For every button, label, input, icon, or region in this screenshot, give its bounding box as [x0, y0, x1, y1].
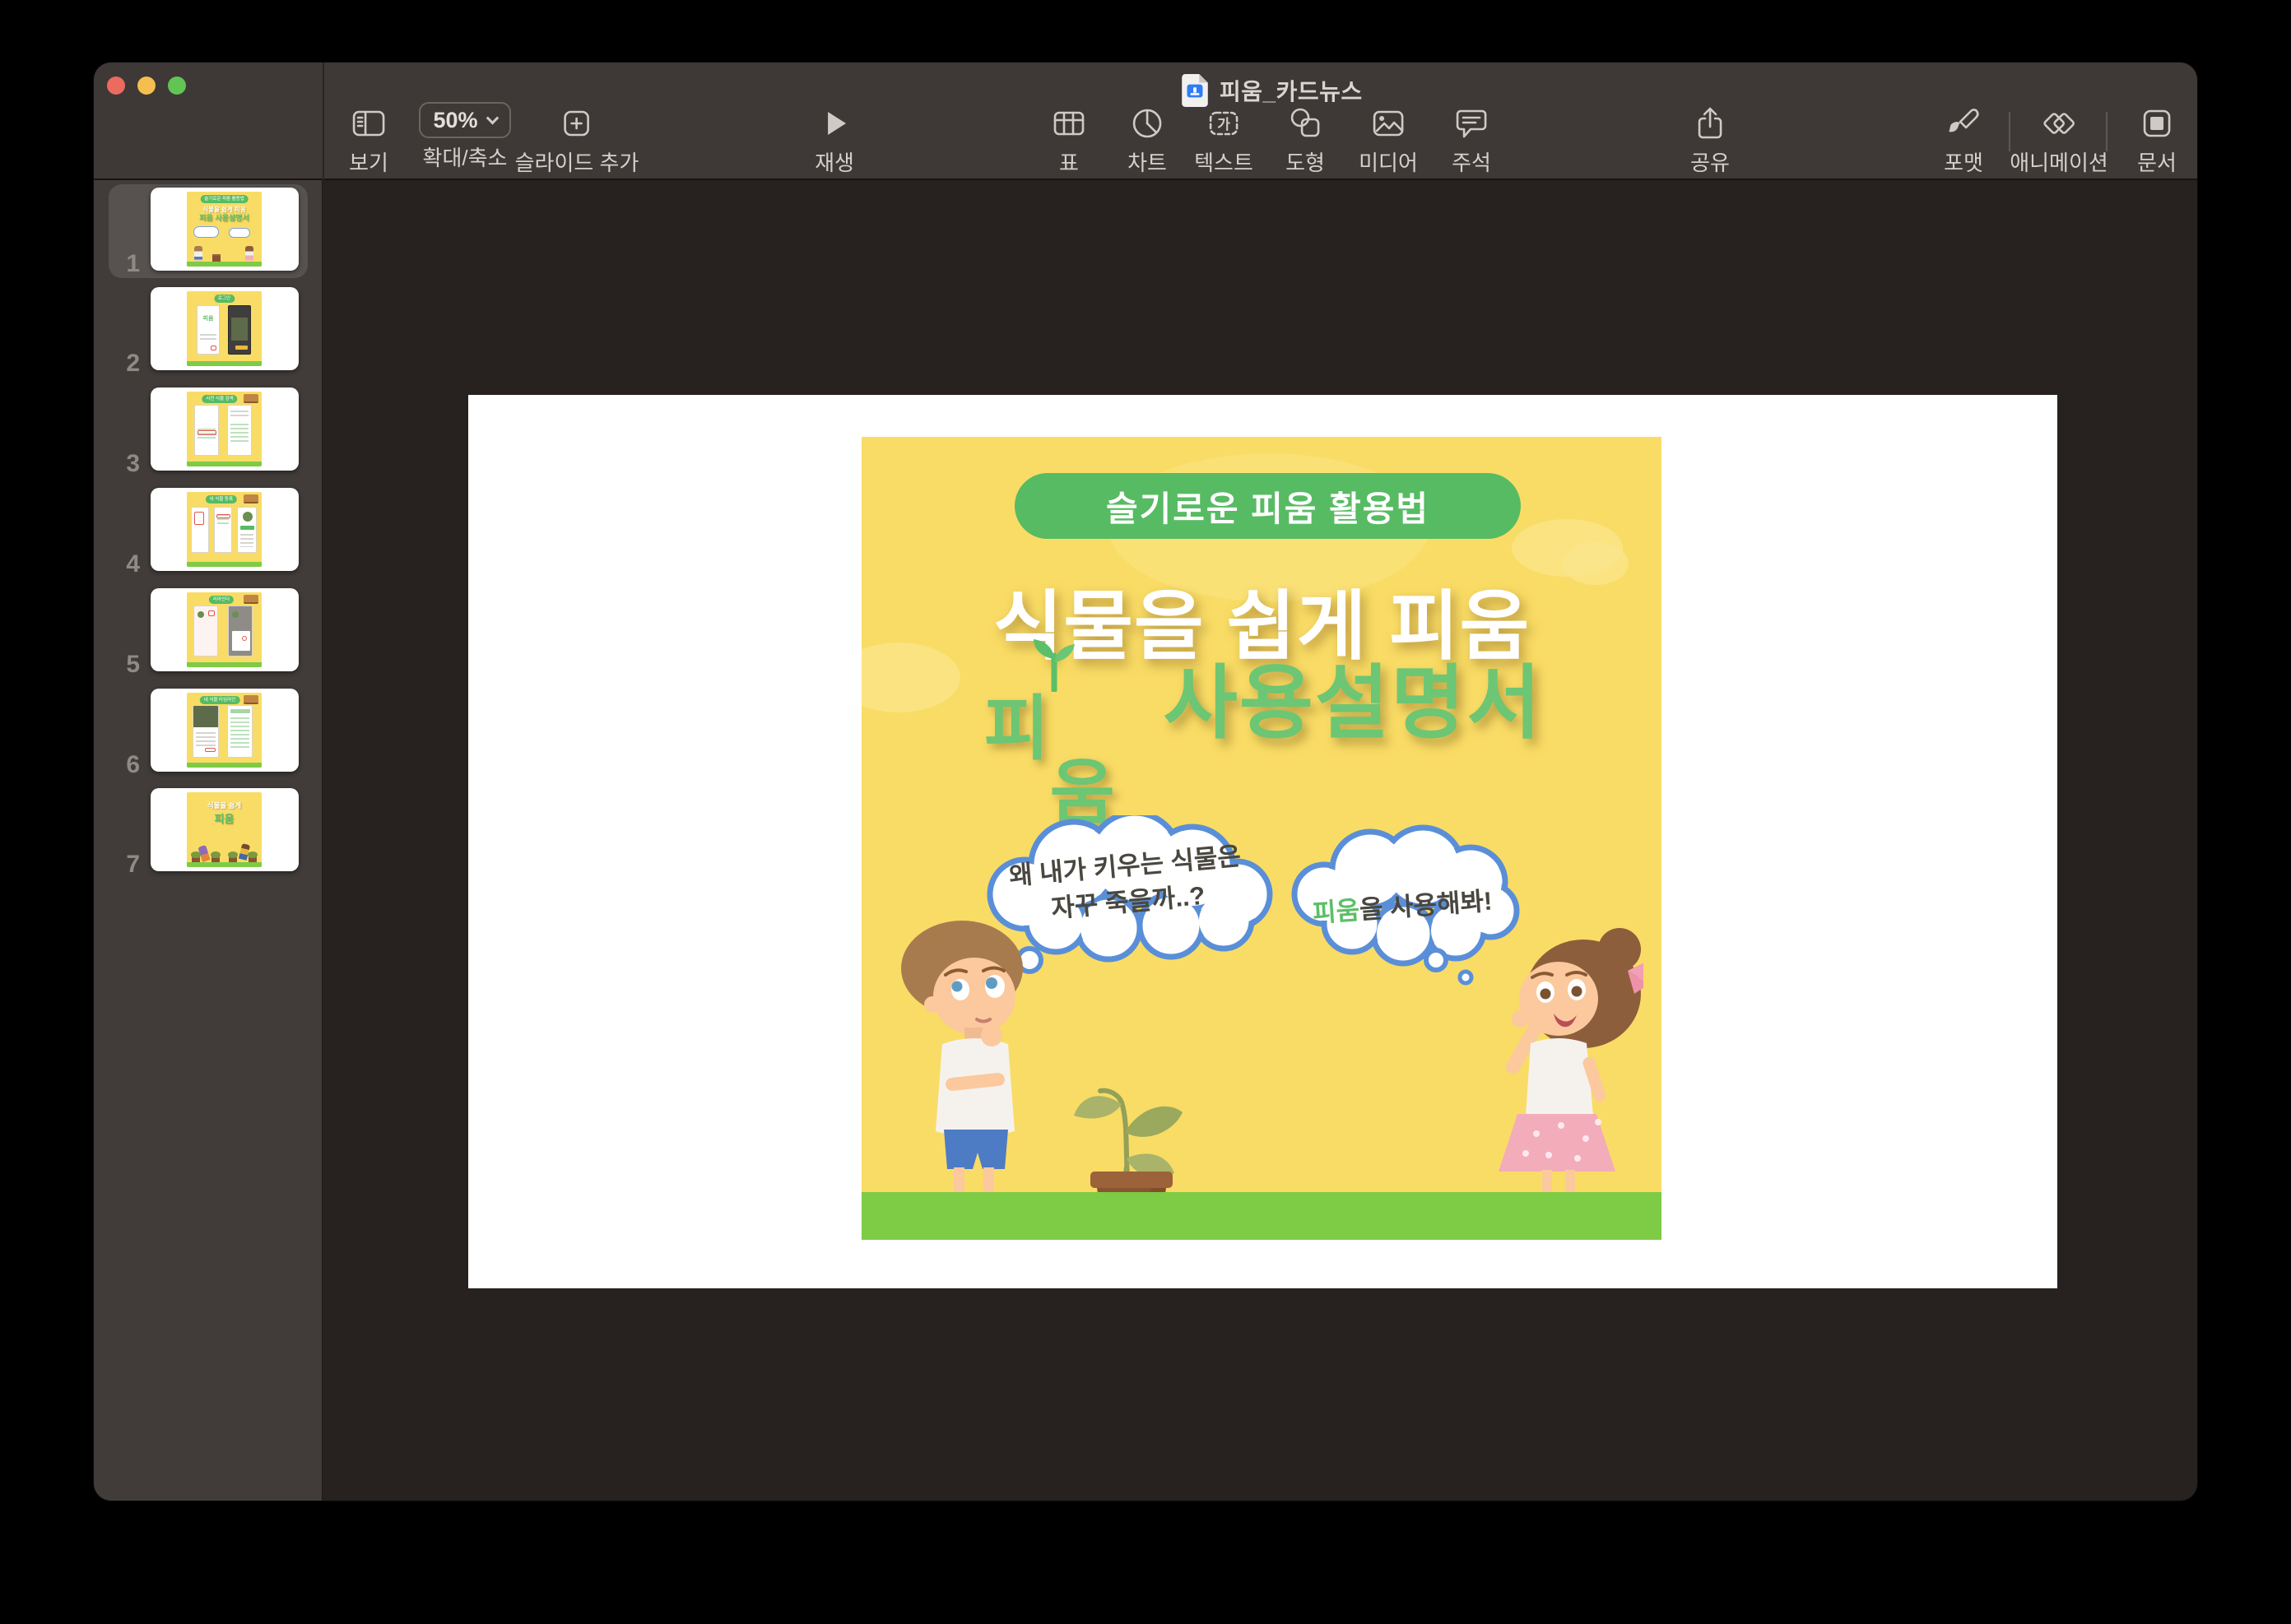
slide-number: 3	[100, 450, 140, 478]
shape-button[interactable]: 도형	[1285, 102, 1325, 177]
play-button[interactable]: 재생	[815, 102, 854, 177]
zoom-control[interactable]: 50% 확대/축소	[419, 99, 511, 172]
mini-pill: 내 식물 타임라인	[200, 696, 239, 704]
table-icon	[1050, 102, 1088, 145]
animate-button[interactable]: 애니메이션	[2010, 102, 2108, 177]
chevron-down-icon	[486, 111, 499, 124]
document-icon	[2137, 102, 2177, 145]
zoom-value: 50%	[433, 108, 477, 133]
slide-number: 1	[100, 250, 140, 278]
format-button[interactable]: 포맷	[1944, 102, 1983, 177]
shape-icon	[1285, 102, 1325, 145]
document-button[interactable]: 문서	[2137, 102, 2177, 177]
close-button[interactable]	[107, 77, 125, 95]
slide-thumbnail-7[interactable]: 식물을 쉽게 피움	[151, 788, 299, 871]
slide-artwork[interactable]: 슬기로운 피움 활용법 식물을 쉽게 피움 피 움 사	[862, 437, 1661, 1240]
view-sidebar-icon	[349, 102, 388, 145]
mini-pill: 슬기로운 피움 활용법	[200, 195, 249, 203]
mini-pill: 내 식물 등록	[206, 495, 237, 503]
media-button[interactable]: 미디어	[1359, 102, 1418, 177]
comment-icon	[1452, 102, 1491, 145]
slide-number: 2	[100, 350, 140, 378]
view-button[interactable]: 보기	[349, 102, 388, 177]
zoom-dropdown[interactable]: 50%	[419, 102, 511, 138]
svg-text:가: 가	[1217, 117, 1230, 132]
slide-thumbnail-2[interactable]: 로그인 피움	[151, 287, 299, 370]
text-button[interactable]: 가 텍스트	[1194, 102, 1253, 177]
slide-page[interactable]: 슬기로운 피움 활용법 식물을 쉽게 피움 피 움 사	[468, 395, 2057, 1288]
mini-pill: 리마인더	[209, 596, 234, 604]
slide-number: 5	[100, 651, 140, 679]
comment-button[interactable]: 주석	[1452, 102, 1491, 177]
slide-badge-pill: 슬기로운 피움 활용법	[1015, 473, 1521, 539]
boy-character	[895, 914, 1039, 1214]
table-button[interactable]: 표	[1050, 102, 1088, 177]
slide-number: 7	[100, 851, 140, 879]
keynote-window: 피움_카드뉴스 보기 50% 확대/축소 슬라이드 추가	[93, 62, 2198, 1501]
slide-number: 6	[100, 751, 140, 779]
traffic-lights	[107, 77, 186, 95]
mini-pill: 사전 식물 검색	[202, 395, 237, 403]
format-brush-icon	[1944, 102, 1983, 145]
mini-wooden-sign	[244, 595, 258, 604]
minimize-button[interactable]	[137, 77, 156, 95]
slide-thumbnail-1[interactable]: 슬기로운 피움 활용법 식물을 쉽게 피움 피움 사용설명서	[151, 188, 299, 271]
grass-strip	[862, 1192, 1661, 1240]
add-slide-button[interactable]: 슬라이드 추가	[515, 102, 639, 177]
slide-subtitle-row: 피 움 사용설명서	[862, 659, 1661, 805]
mini-wooden-sign	[244, 494, 258, 503]
add-slide-icon	[515, 102, 639, 145]
share-button[interactable]: 공유	[1690, 102, 1730, 177]
text-icon: 가	[1194, 102, 1253, 145]
toolbar-divider	[323, 63, 324, 180]
mini-wooden-sign	[244, 394, 258, 403]
badge-text: 슬기로운 피움 활용법	[1106, 481, 1429, 531]
mini-pill: 로그인	[214, 295, 235, 303]
fullscreen-button[interactable]	[168, 77, 186, 95]
mini-wooden-sign	[244, 695, 258, 704]
animate-icon	[2010, 102, 2108, 145]
play-icon	[815, 102, 854, 145]
media-icon	[1359, 102, 1418, 145]
slide-thumbnail-5[interactable]: 리마인더	[151, 588, 299, 671]
slide-thumbnail-3[interactable]: 사전 식물 검색	[151, 387, 299, 471]
slide-canvas-area: 슬기로운 피움 활용법 식물을 쉽게 피움 피 움 사	[323, 180, 2198, 1501]
toolbar: 피움_카드뉴스 보기 50% 확대/축소 슬라이드 추가	[94, 63, 2197, 180]
slide-navigator: 1 슬기로운 피움 활용법 식물을 쉽게 피움 피움 사용설명서 2 로그인 피…	[94, 180, 323, 1501]
girl-character	[1466, 918, 1643, 1218]
chart-button[interactable]: 차트	[1127, 102, 1167, 177]
slide-number: 4	[100, 550, 140, 578]
piwoom-logo: 피 움	[981, 659, 1129, 805]
share-icon	[1690, 102, 1730, 145]
slide-thumbnail-6[interactable]: 내 식물 타임라인	[151, 689, 299, 772]
pie-chart-icon	[1127, 102, 1167, 145]
slide-subtitle: 사용설명서	[1164, 659, 1543, 748]
slide-thumbnail-4[interactable]: 내 식물 등록	[151, 488, 299, 571]
toolbar-separator	[2106, 112, 2107, 151]
